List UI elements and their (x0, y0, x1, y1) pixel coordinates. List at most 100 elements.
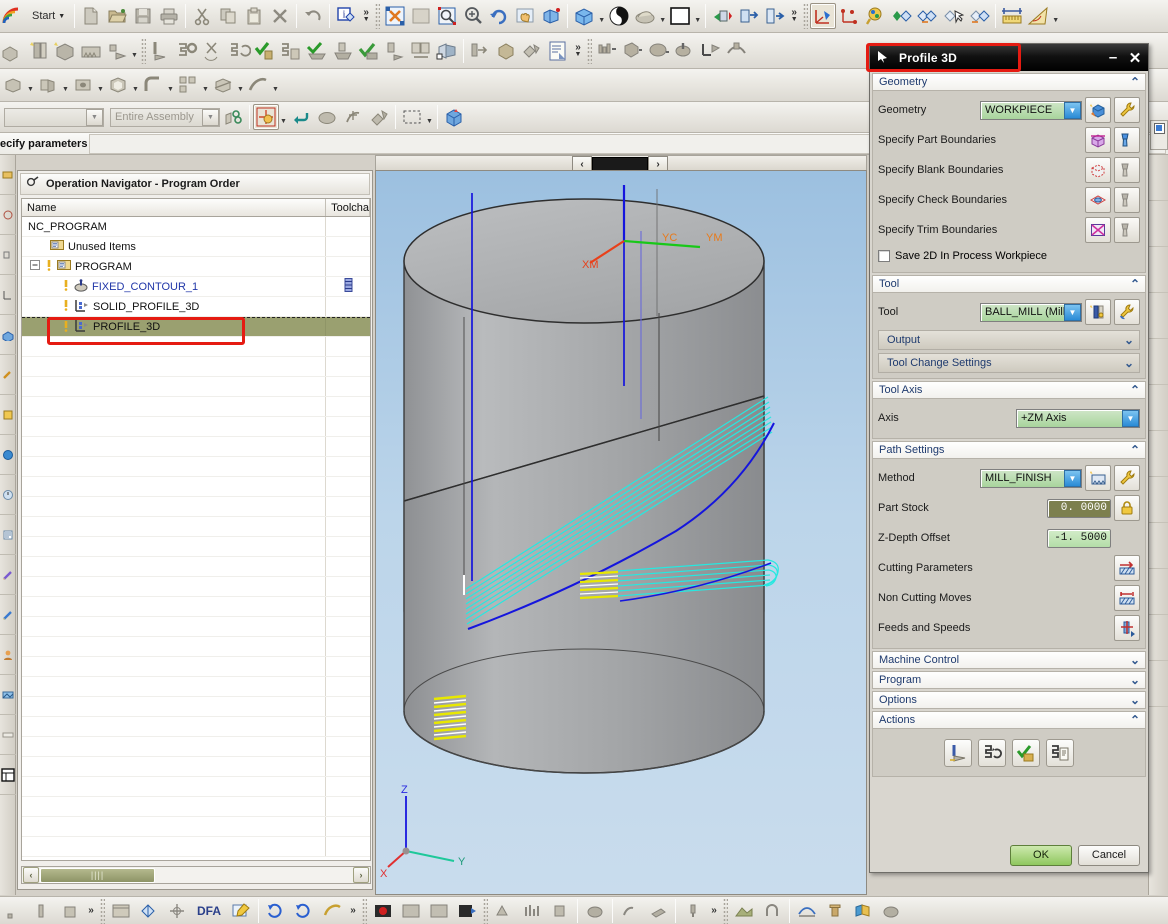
selection-scope-combo[interactable]: ▼ (4, 107, 104, 127)
chevron-down-icon[interactable]: ⌄ (1119, 356, 1139, 370)
scroll-right-button[interactable]: › (353, 867, 369, 883)
measure-dropdown-icon[interactable]: ▼ (1051, 3, 1060, 29)
verify-toolpath-icon[interactable] (252, 38, 278, 64)
create-method-icon[interactable] (78, 38, 104, 64)
sweep-icon[interactable] (245, 72, 271, 98)
shading-icon[interactable] (606, 3, 632, 29)
subsection-tool-change-settings[interactable]: Tool Change Settings ⌄ (878, 353, 1140, 373)
new-geometry-button[interactable] (1085, 97, 1111, 123)
overflow-chevron-icon[interactable]: » (84, 898, 98, 924)
chevron-up-icon[interactable]: ⌃ (1125, 443, 1145, 457)
operation-tools-icon[interactable] (382, 38, 408, 64)
return-icon[interactable] (288, 104, 314, 130)
cut-region-icon[interactable] (519, 38, 545, 64)
dock-panel-icon[interactable] (1151, 121, 1167, 135)
right-strip-item-3[interactable] (1149, 247, 1168, 293)
bottom-icon-2[interactable] (28, 898, 56, 924)
right-docked-panel[interactable] (1150, 120, 1168, 150)
resource-bar-history[interactable] (0, 435, 16, 475)
ok-button[interactable]: OK (1010, 844, 1072, 866)
show-wcs-icon[interactable] (888, 3, 914, 29)
visualization-dropdown-icon[interactable]: ▼ (658, 3, 667, 29)
section-header-geometry[interactable]: Geometry ⌃ (872, 73, 1146, 91)
cancel-button[interactable]: Cancel (1078, 844, 1140, 866)
expander-minus-icon[interactable] (30, 260, 40, 273)
right-strip-item-2[interactable] (1149, 201, 1168, 247)
pattern-dropdown-icon[interactable]: ▼ (201, 72, 210, 98)
column-header-toolchange[interactable]: Toolcha (326, 199, 370, 216)
box-dropdown-icon[interactable]: ▼ (26, 72, 35, 98)
right-strip-item-4[interactable] (1149, 293, 1168, 339)
lock-icon-button[interactable] (1114, 495, 1140, 521)
check-boundary-icon-button[interactable] (1085, 187, 1111, 213)
right-resource-strip[interactable] (1148, 155, 1168, 895)
resource-bar-reuse-library[interactable] (0, 315, 16, 355)
profile-3d-dialog[interactable]: Profile 3D – ✕ Geometry ⌃ Geometry WORKP… (869, 43, 1149, 873)
toolbar-row-standard[interactable]: Start ▼ i » ▼ ▼ ▼ ▼ » ▼ ▼ (0, 0, 1168, 33)
section-header-program[interactable]: Program ⌄ (872, 671, 1146, 689)
resource-bar[interactable] (0, 155, 16, 895)
resource-bar-teamcenter[interactable] (0, 635, 16, 675)
rect-select-dropdown-icon[interactable]: ▼ (425, 104, 434, 130)
section-header-path-settings[interactable]: Path Settings ⌃ (872, 441, 1146, 459)
table-row[interactable]: NC_PROGRAM (22, 217, 370, 237)
right-strip-item-8[interactable] (1149, 477, 1168, 523)
delete-icon[interactable] (267, 3, 293, 29)
chevron-down-icon[interactable]: ⌄ (1125, 653, 1145, 667)
edit-method-button[interactable] (1114, 465, 1140, 491)
column-header-name[interactable]: Name (22, 199, 327, 216)
zoom-area-icon[interactable] (434, 3, 460, 29)
box-feature-icon[interactable] (0, 72, 26, 98)
create-dropdown-icon[interactable]: ▼ (130, 38, 139, 64)
save-2d-workpiece-row[interactable]: Save 2D In Process Workpiece (878, 245, 1140, 267)
wcs-origin-icon[interactable] (836, 3, 862, 29)
select-part-boundary-button[interactable] (1114, 127, 1140, 153)
resource-bar-palette[interactable] (0, 675, 16, 715)
select-features-icon[interactable] (220, 104, 246, 130)
visualization-icon[interactable] (632, 3, 658, 29)
bottom-icon-surface[interactable] (318, 898, 346, 924)
toolbar-grip[interactable] (141, 37, 146, 64)
row-name-cell[interactable]: PROFILE_3D (22, 318, 327, 336)
orient-view-icon[interactable] (571, 3, 597, 29)
list-toolpath-button[interactable] (1046, 739, 1074, 767)
chevron-down-icon[interactable]: ▼ (202, 108, 219, 126)
shell-icon[interactable] (105, 72, 131, 98)
edit-tool-button[interactable] (1114, 299, 1140, 325)
toolbar-grip[interactable] (375, 3, 381, 29)
bottom-icon-bridge[interactable] (793, 898, 821, 924)
background-color-dropdown-icon[interactable]: ▼ (693, 3, 702, 29)
move-object-icon[interactable] (709, 3, 735, 29)
chevron-down-icon[interactable]: ▼ (86, 108, 103, 126)
chevron-up-icon[interactable]: ⌃ (1125, 75, 1145, 89)
planar-mill-icon[interactable] (594, 38, 620, 64)
extrude-dropdown-icon[interactable]: ▼ (61, 72, 70, 98)
bottom-icon-probe[interactable] (679, 898, 707, 924)
blank-boundary-icon-button[interactable] (1085, 157, 1111, 183)
sweep-dropdown-icon[interactable]: ▼ (271, 72, 280, 98)
scroll-left-button[interactable]: ‹ (23, 867, 39, 883)
trim-boundary-icon-button[interactable] (1085, 217, 1111, 243)
bottom-icon-window[interactable] (107, 898, 135, 924)
hole-icon[interactable] (70, 72, 96, 98)
trim-body-icon[interactable] (210, 72, 236, 98)
generate-toolpath-icon[interactable] (148, 38, 174, 64)
bottom-icon-annotate[interactable] (227, 898, 255, 924)
bottom-icon-rotate-cw[interactable] (290, 898, 318, 924)
chevron-up-icon[interactable]: ⌃ (1125, 277, 1145, 291)
cut-toolpath-icon[interactable] (200, 38, 226, 64)
right-strip-item-11[interactable] (1149, 615, 1168, 661)
toolbar-grip[interactable] (803, 3, 809, 29)
overflow-chevron-icon[interactable]: » ▼ (359, 3, 373, 29)
wcs-dynamic-icon[interactable] (810, 3, 837, 29)
toolbar-grip[interactable] (723, 897, 728, 924)
chevron-down-icon[interactable]: ⌄ (1125, 693, 1145, 707)
bottom-icon-shading[interactable] (135, 898, 163, 924)
solid-body-icon[interactable] (314, 104, 340, 130)
bottom-icon-terrain[interactable] (730, 898, 758, 924)
toolbar-grip[interactable] (362, 897, 367, 924)
chevron-down-icon[interactable]: ▼ (1064, 303, 1081, 321)
chevron-down-icon[interactable]: ⌄ (1125, 673, 1145, 687)
graphics-viewport[interactable]: YC YM XM Z Y X (375, 170, 867, 895)
render-style-icon[interactable] (441, 104, 467, 130)
